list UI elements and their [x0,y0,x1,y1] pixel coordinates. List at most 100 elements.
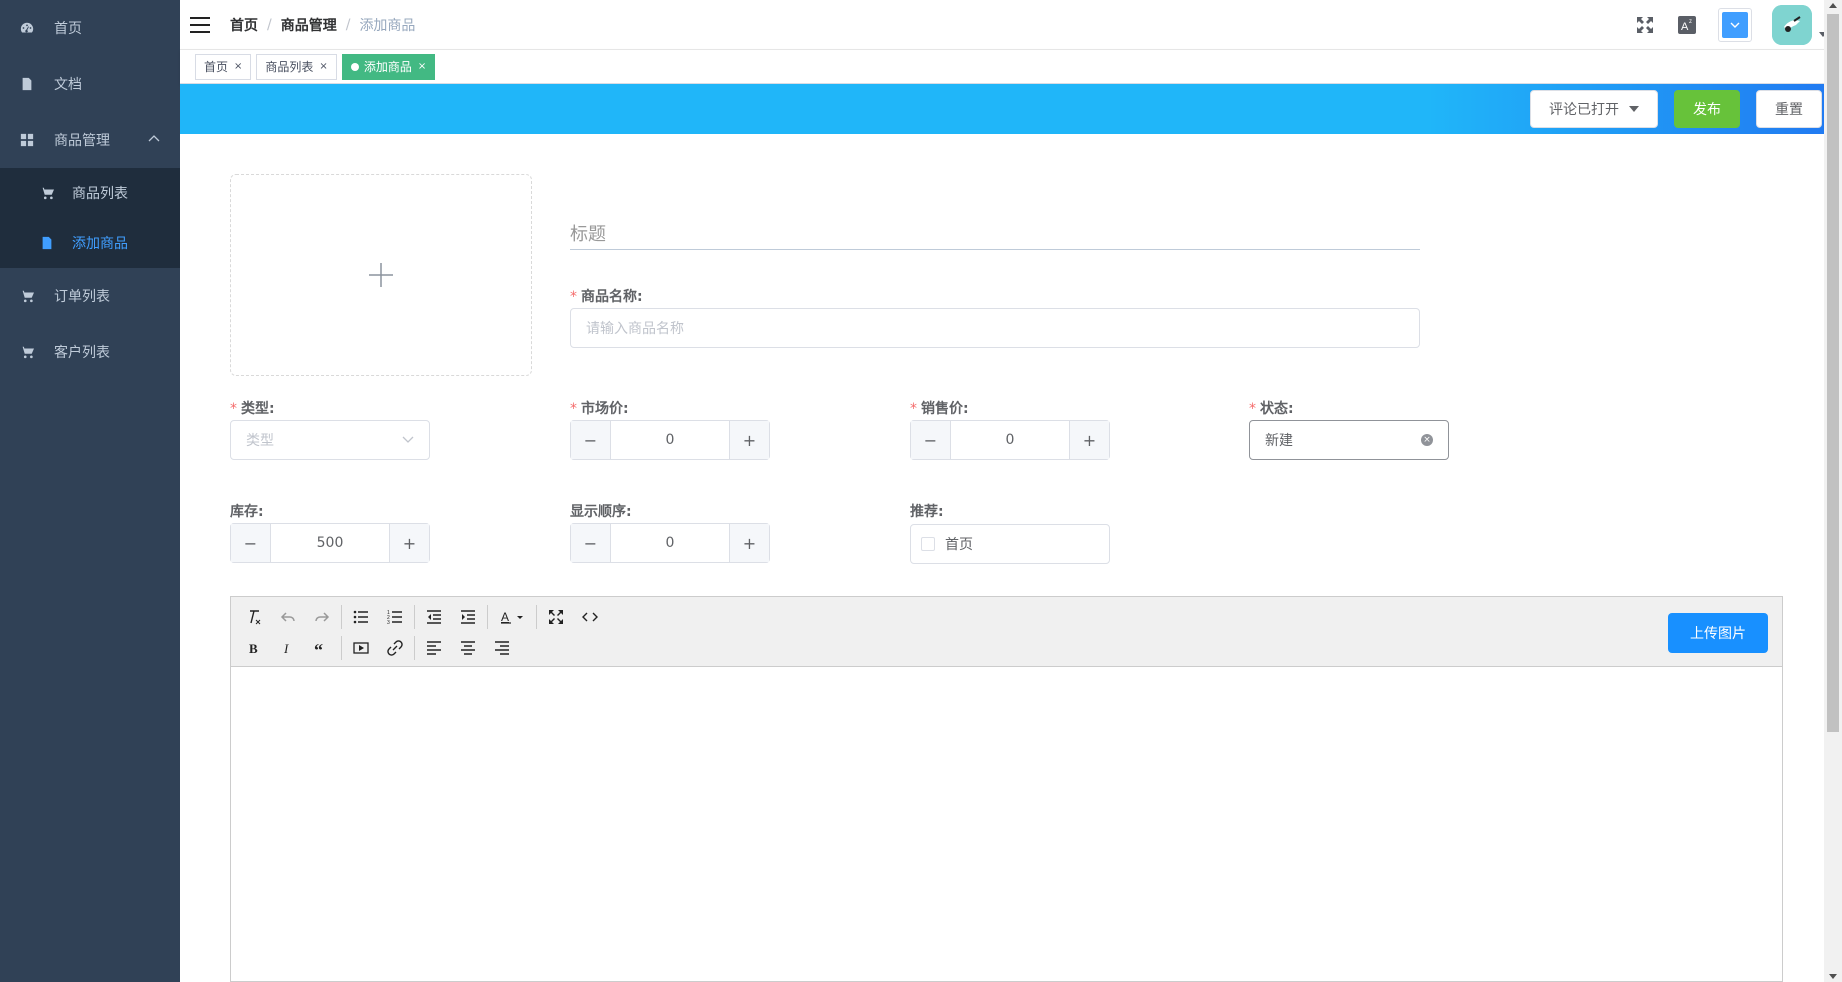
close-icon[interactable]: × [319,55,327,79]
stock-label: 库存: [230,501,264,521]
market-price-stepper[interactable]: − 0 + [570,420,770,460]
image-uploader[interactable] [230,174,532,376]
comment-dropdown-button[interactable]: 评论已打开 [1530,90,1658,128]
close-icon[interactable]: × [418,55,426,79]
toolbar-divider [341,604,342,629]
svg-text:“: “ [314,640,323,656]
toolbar-divider [536,604,537,629]
tag-home[interactable]: 首页 × [195,53,252,80]
required-mark: * [570,401,577,417]
toolbar-divider [414,635,415,660]
sidebar-item-label: 添加商品 [72,236,128,252]
align-right-icon[interactable] [485,634,519,662]
file-icon [40,236,54,250]
status-label: * 状态: [1249,398,1294,418]
type-label-text: 类型: [241,401,275,417]
scrollbar-thumb[interactable] [1827,14,1839,732]
upload-image-button[interactable]: 上传图片 [1668,613,1768,653]
editor-body[interactable] [231,667,1782,981]
media-icon[interactable] [344,634,378,662]
breadcrumb-item-current: 添加商品 [359,17,416,34]
breadcrumb-separator: / [267,16,272,33]
sidebar-item-customer-list[interactable]: 客户列表 [0,324,180,380]
fullscreen-editor-icon[interactable] [539,603,573,631]
status-select[interactable]: 新建 × [1249,420,1449,460]
blockquote-icon[interactable]: “ [305,634,339,662]
redo-icon[interactable] [305,603,339,631]
reset-button[interactable]: 重置 [1756,90,1822,128]
increment-button[interactable]: + [389,524,429,562]
increment-button[interactable]: + [1069,421,1109,459]
decrement-button[interactable]: − [571,421,611,459]
hamburger-icon[interactable] [190,16,210,33]
type-label: * 类型: [230,398,275,418]
publish-button[interactable]: 发布 [1674,90,1740,128]
numbered-list-icon[interactable]: 123 [378,603,412,631]
sidebar-item-order-list[interactable]: 订单列表 [0,268,180,324]
indent-icon[interactable] [451,603,485,631]
order-value[interactable]: 0 [611,535,729,551]
type-select-placeholder: 类型 [246,433,274,449]
clear-format-icon[interactable] [237,603,271,631]
tag-add-product[interactable]: 添加商品 × [341,53,436,80]
market-price-value[interactable]: 0 [611,432,729,448]
scroll-down-icon[interactable] [1829,974,1837,979]
language-icon[interactable]: Az [1676,14,1698,36]
sidebar-item-add-product[interactable]: 添加商品 [0,218,180,268]
page-scrollbar[interactable] [1824,0,1842,982]
stock-value[interactable]: 500 [271,535,389,551]
sale-price-value[interactable]: 0 [951,432,1069,448]
close-icon[interactable]: × [234,55,242,79]
scroll-up-icon[interactable] [1829,3,1837,8]
sidebar-item-product-list[interactable]: 商品列表 [0,168,180,218]
increment-button[interactable]: + [729,524,769,562]
fullscreen-icon[interactable] [1634,14,1656,36]
decrement-button[interactable]: − [911,421,951,459]
sidebar-item-home[interactable]: 首页 [0,0,180,56]
checkbox-icon[interactable] [921,537,935,551]
svg-text:3: 3 [387,620,390,625]
toolbar-divider [341,635,342,660]
plus-icon [369,263,393,287]
undo-icon[interactable] [271,603,305,631]
product-name-input[interactable]: 请输入商品名称 [570,308,1420,348]
recommend-label: 推荐: [910,501,944,521]
breadcrumb-item[interactable]: 首页 [230,15,258,35]
comment-dropdown-label: 评论已打开 [1549,102,1619,118]
sidebar-item-docs[interactable]: 文档 [0,56,180,112]
market-price-label-text: 市场价: [581,401,629,417]
navbar: 首页 / 商品管理 / 添加商品 Az [180,0,1842,50]
order-stepper[interactable]: − 0 + [570,523,770,563]
sale-price-label: * 销售价: [910,398,969,418]
align-center-icon[interactable] [451,634,485,662]
decrement-button[interactable]: − [571,524,611,562]
tag-product-list[interactable]: 商品列表 × [256,53,337,80]
breadcrumb-item[interactable]: 商品管理 [281,15,337,35]
italic-icon[interactable]: I [271,634,305,662]
bullet-list-icon[interactable] [344,603,378,631]
status-select-value: 新建 [1265,433,1293,449]
type-select[interactable]: 类型 [230,420,430,460]
title-input[interactable]: 标题 [570,214,1420,250]
decrement-button[interactable]: − [231,524,271,562]
sidebar-item-label: 文档 [54,77,82,93]
editor-toolbar: 123 A B I “ 上传图片 [231,597,1782,667]
stock-stepper[interactable]: − 500 + [230,523,430,563]
increment-button[interactable]: + [729,421,769,459]
link-icon[interactable] [378,634,412,662]
name-label-text: 商品名称: [581,289,643,305]
sidebar-item-label: 客户列表 [54,345,110,361]
align-left-icon[interactable] [417,634,451,662]
sidebar-item-product-management[interactable]: 商品管理 [0,112,180,168]
clear-icon[interactable]: × [1421,434,1433,446]
recommend-checkbox[interactable]: 首页 [910,524,1110,564]
sale-price-stepper[interactable]: − 0 + [910,420,1110,460]
theme-picker-button[interactable] [1718,8,1752,42]
code-view-icon[interactable] [573,603,607,631]
order-label: 显示顺序: [570,501,632,521]
tag-label: 商品列表 [265,59,314,74]
text-color-icon[interactable]: A [490,603,534,631]
avatar[interactable] [1772,5,1812,45]
bold-icon[interactable]: B [237,634,271,662]
outdent-icon[interactable] [417,603,451,631]
